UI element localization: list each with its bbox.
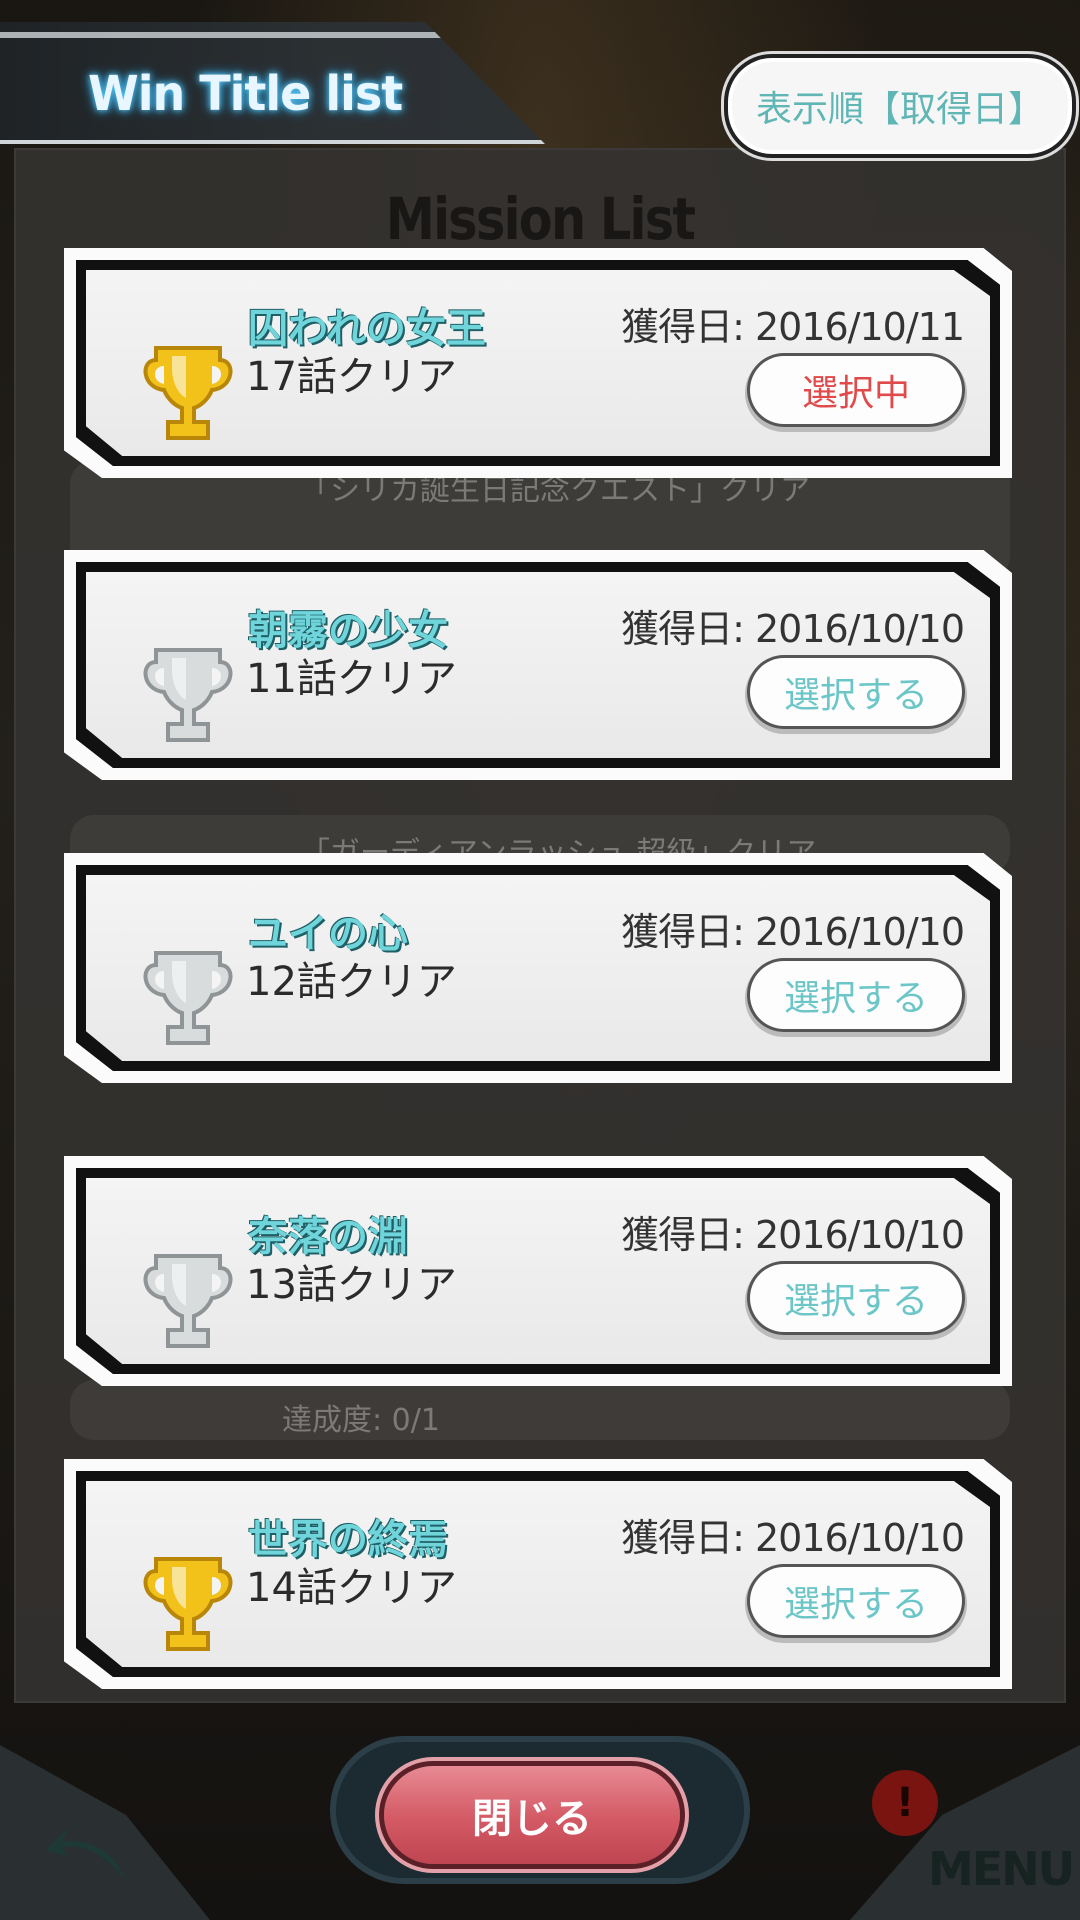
acquired-date: 獲得日: 2016/10/10 [621,1213,965,1257]
alert-badge: ! [872,1770,938,1836]
ghost-progress-text: 達成度: 0/1 [282,1403,440,1438]
selected-button[interactable]: 選択中 [750,356,962,424]
gold-trophy-icon [138,338,238,448]
acquired-date: 獲得日: 2016/10/10 [621,1516,965,1560]
acquired-date: 獲得日: 2016/10/11 [621,305,965,349]
title-condition: 13話クリア [246,1262,457,1308]
gold-trophy-icon [138,1549,238,1659]
silver-trophy-icon [138,1246,238,1356]
title-condition: 12話クリア [246,959,457,1005]
card-face: 囚われの女王 17話クリア 獲得日: 2016/10/11 選択中 [86,270,990,456]
close-button[interactable]: 閉じる [384,1766,680,1864]
back-arrow-icon[interactable] [38,1820,134,1890]
acquired-date: 獲得日: 2016/10/10 [621,607,965,651]
select-button[interactable]: 選択する [750,1567,962,1635]
card-face: 朝霧の少女 11話クリア 獲得日: 2016/10/10 選択する [86,572,990,758]
select-button[interactable]: 選択する [750,961,962,1029]
card-face: ユイの心 12話クリア 獲得日: 2016/10/10 選択する [86,875,990,1061]
card-face: 奈落の淵 13話クリア 獲得日: 2016/10/10 選択する [86,1178,990,1364]
card-border: 奈落の淵 13話クリア 獲得日: 2016/10/10 選択する [76,1168,1000,1374]
card-border: 囚われの女王 17話クリア 獲得日: 2016/10/11 選択中 [76,260,1000,466]
title-condition: 11話クリア [246,656,457,702]
card-border: ユイの心 12話クリア 獲得日: 2016/10/10 選択する [76,865,1000,1071]
title-card[interactable]: 奈落の淵 13話クリア 獲得日: 2016/10/10 選択する [64,1156,1012,1386]
ghost-mission-row [70,1380,1010,1440]
silver-trophy-icon [138,640,238,750]
title-condition: 14話クリア [246,1565,457,1611]
title-card[interactable]: 囚われの女王 17話クリア 獲得日: 2016/10/11 選択中 [64,248,1012,478]
select-button[interactable]: 選択する [750,1264,962,1332]
title-card[interactable]: 世界の終焉 14話クリア 獲得日: 2016/10/10 選択する [64,1459,1012,1689]
title-card[interactable]: 朝霧の少女 11話クリア 獲得日: 2016/10/10 選択する [64,550,1012,780]
silver-trophy-icon [138,943,238,1053]
select-button[interactable]: 選択する [750,658,962,726]
acquired-date: 獲得日: 2016/10/10 [621,910,965,954]
card-border: 世界の終焉 14話クリア 獲得日: 2016/10/10 選択する [76,1471,1000,1677]
mission-list-title: Mission List [385,185,696,253]
title-condition: 17話クリア [246,354,457,400]
page-title: Win Title list [88,64,403,122]
menu-button-label[interactable]: MENU [928,1842,1075,1896]
title-card[interactable]: ユイの心 12話クリア 獲得日: 2016/10/10 選択する [64,853,1012,1083]
card-face: 世界の終焉 14話クリア 獲得日: 2016/10/10 選択する [86,1481,990,1667]
card-border: 朝霧の少女 11話クリア 獲得日: 2016/10/10 選択する [76,562,1000,768]
sort-order-button[interactable]: 表示順【取得日】 [728,58,1072,154]
